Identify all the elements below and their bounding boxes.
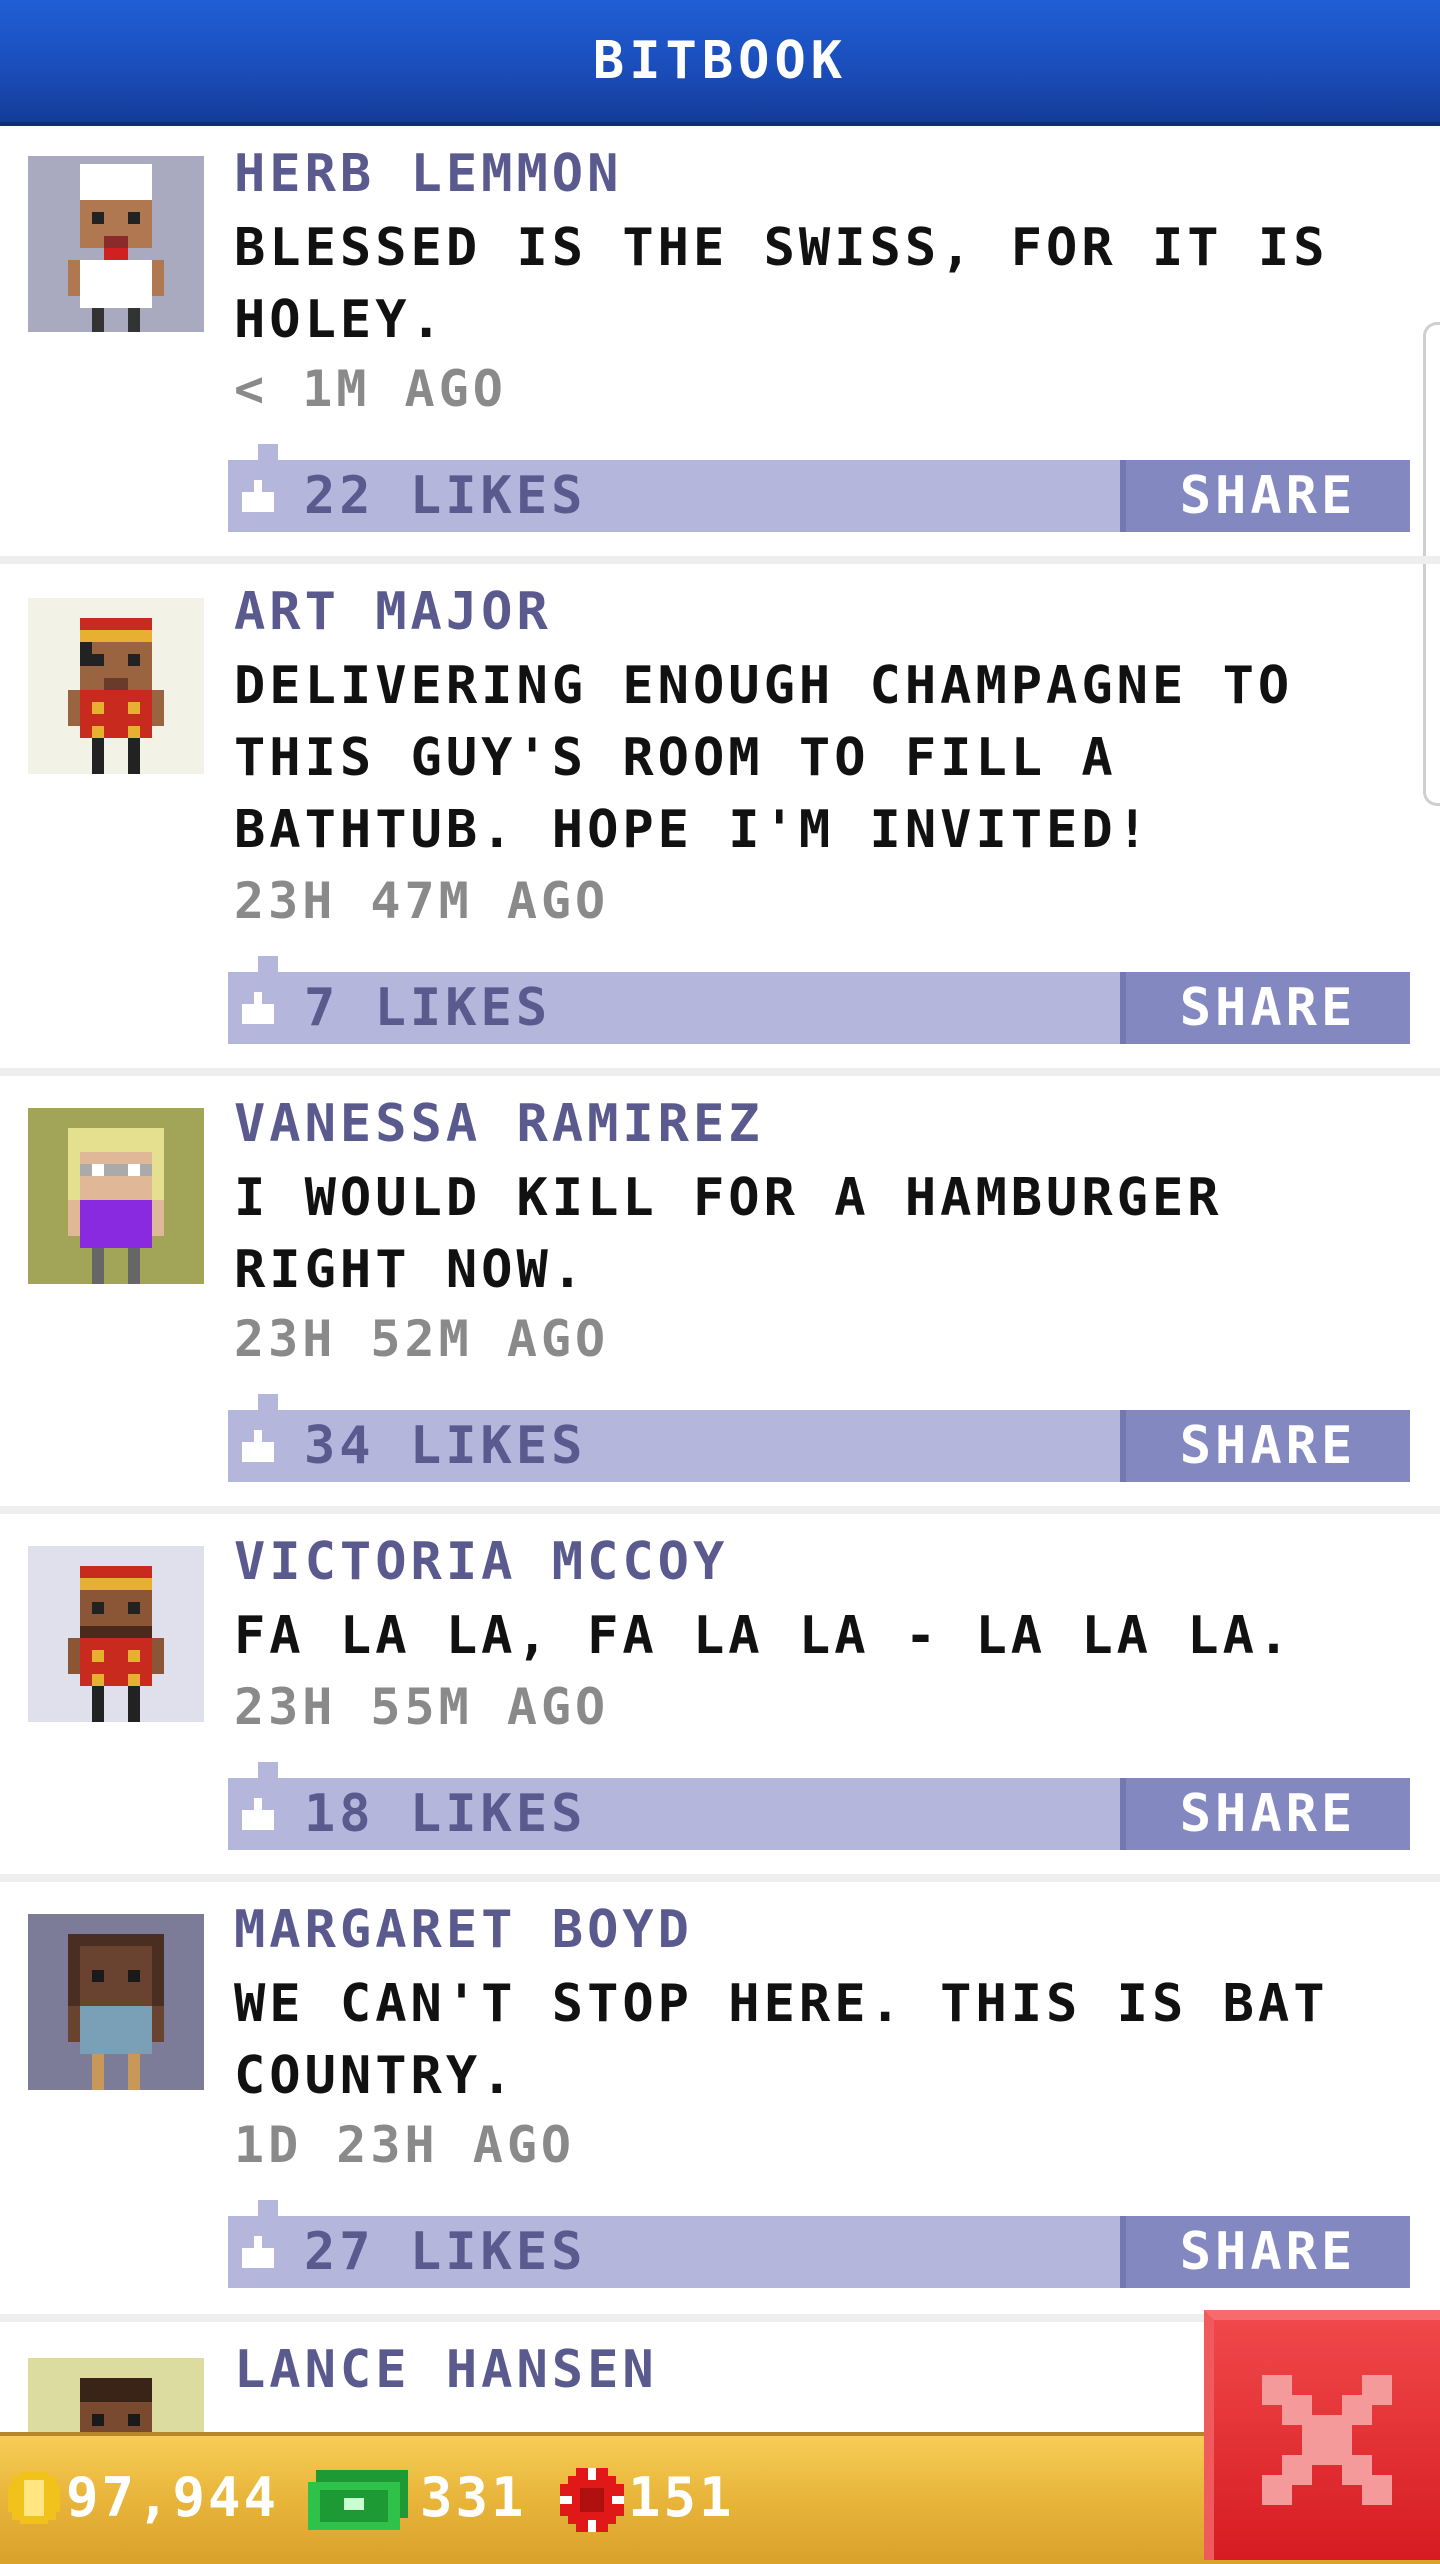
- thumbs-up-icon[interactable]: [242, 1798, 278, 1830]
- coin-icon: [8, 2472, 60, 2524]
- post-message: DELIVERING ENOUGH CHAMPAGNE TO THIS GUY'…: [234, 656, 1294, 860]
- post-author-name[interactable]: VANESSA RAMIREZ: [234, 1094, 764, 1154]
- bux-count: 331: [420, 2466, 527, 2529]
- post-item: MARGARET BOYD WE CAN'T STOP HERE. THIS I…: [0, 1882, 1440, 2322]
- bux-icon: [308, 2470, 408, 2530]
- post-timestamp: 23H 52M AGO: [234, 1310, 610, 1368]
- chef-avatar-icon[interactable]: [28, 156, 204, 332]
- post-timestamp: 23H 55M AGO: [234, 1678, 610, 1736]
- like-count: 18 LIKES: [304, 1784, 587, 1844]
- post-item: VANESSA RAMIREZ I WOULD KILL FOR A HAMBU…: [0, 1076, 1440, 1514]
- like-count: 7 LIKES: [304, 978, 552, 1038]
- share-button[interactable]: SHARE: [1120, 1410, 1410, 1482]
- post-author-name[interactable]: MARGARET BOYD: [234, 1900, 693, 1960]
- post-timestamp: 23H 47M AGO: [234, 872, 610, 930]
- app-header: BITBOOK: [0, 0, 1440, 126]
- post-timestamp: < 1M AGO: [234, 360, 507, 418]
- woman-avatar-icon[interactable]: [28, 1914, 204, 2090]
- post-timestamp: 1D 23H AGO: [234, 2116, 576, 2174]
- like-bar: 22 LIKES SHARE: [228, 444, 1410, 532]
- post-author-name[interactable]: HERB LEMMON: [234, 144, 622, 204]
- thumbs-up-icon[interactable]: [242, 2236, 278, 2268]
- post-item: VICTORIA MCCOY FA LA LA, FA LA LA - LA L…: [0, 1514, 1440, 1882]
- close-button[interactable]: [1204, 2310, 1440, 2560]
- chip-icon: [560, 2468, 624, 2532]
- like-bar: 18 LIKES SHARE: [228, 1762, 1410, 1850]
- thumbs-up-icon[interactable]: [242, 992, 278, 1024]
- close-icon: [1262, 2375, 1392, 2505]
- post-message: WE CAN'T STOP HERE. THIS IS BAT COUNTRY.: [234, 1974, 1329, 2106]
- share-button[interactable]: SHARE: [1120, 972, 1410, 1044]
- share-button[interactable]: SHARE: [1120, 1778, 1410, 1850]
- thumbs-up-icon[interactable]: [242, 480, 278, 512]
- post-author-name[interactable]: LANCE HANSEN: [234, 2340, 658, 2400]
- share-button[interactable]: SHARE: [1120, 460, 1410, 532]
- like-bar: 7 LIKES SHARE: [228, 956, 1410, 1044]
- like-bar: 34 LIKES SHARE: [228, 1394, 1410, 1482]
- blonde-woman-avatar-icon[interactable]: [28, 1108, 204, 1284]
- like-count: 22 LIKES: [304, 466, 587, 526]
- share-button[interactable]: SHARE: [1120, 2216, 1410, 2288]
- like-bar: 27 LIKES SHARE: [228, 2200, 1410, 2288]
- app-title: BITBOOK: [592, 31, 848, 91]
- chips-count: 151: [628, 2466, 735, 2529]
- post-author-name[interactable]: ART MAJOR: [234, 582, 552, 642]
- thumbs-up-icon[interactable]: [242, 1430, 278, 1462]
- post-author-name[interactable]: VICTORIA MCCOY: [234, 1532, 728, 1592]
- like-count: 34 LIKES: [304, 1416, 587, 1476]
- bellhop-avatar-icon[interactable]: [28, 598, 204, 774]
- coins-count: 97,944: [66, 2466, 280, 2529]
- post-message: BLESSED IS THE SWISS, FOR IT IS HOLEY.: [234, 218, 1329, 350]
- post-message: FA LA LA, FA LA LA - LA LA LA.: [234, 1606, 1294, 1666]
- post-item: ART MAJOR DELIVERING ENOUGH CHAMPAGNE TO…: [0, 564, 1440, 1076]
- post-message: I WOULD KILL FOR A HAMBURGER RIGHT NOW.: [234, 1168, 1223, 1300]
- like-count: 27 LIKES: [304, 2222, 587, 2282]
- bellhop-avatar-icon[interactable]: [28, 1546, 204, 1722]
- post-item: HERB LEMMON BLESSED IS THE SWISS, FOR IT…: [0, 126, 1440, 564]
